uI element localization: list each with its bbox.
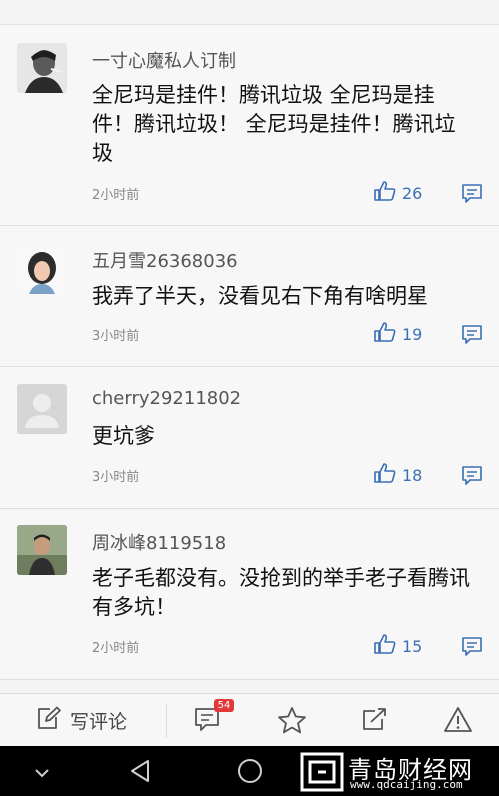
avatar-default-image (17, 384, 67, 434)
comment-item: cherry29211802 更坑爹 3小时前 18 (0, 367, 499, 509)
write-comment-button[interactable]: 写评论 (36, 706, 127, 734)
avatar-man-smoking-image (17, 43, 67, 93)
comment-username[interactable]: cherry29211802 (92, 388, 241, 409)
comment-content: 全尼玛是挂件！腾讯垃圾 全尼玛是挂件！腾讯垃圾！ 全尼玛是挂件！腾讯垃圾 (92, 83, 456, 165)
share-icon (361, 708, 389, 736)
watermark-logo-icon (300, 752, 344, 796)
avatar-man-outdoor-image (17, 525, 67, 575)
like-button[interactable]: 15 (374, 634, 422, 658)
report-button[interactable] (443, 706, 473, 738)
like-button[interactable]: 19 (374, 322, 422, 346)
reply-button[interactable] (461, 636, 483, 660)
edit-icon (36, 706, 62, 734)
comment-username[interactable]: 一寸心魔私人订制 (92, 47, 236, 73)
like-button[interactable]: 18 (374, 463, 422, 487)
bar-divider (166, 704, 167, 738)
reply-button[interactable] (461, 465, 483, 489)
comment-item: 五月雪26368036 我弄了半天，没看见右下角有啥明星 3小时前 19 (0, 226, 499, 367)
thumbs-up-icon (374, 181, 396, 205)
avatar-woman-portrait-image (17, 244, 67, 294)
comment-username[interactable]: 五月雪26368036 (92, 247, 238, 273)
warning-icon (443, 707, 473, 738)
comment-time: 3小时前 (92, 470, 140, 485)
reply-button[interactable] (461, 183, 483, 207)
comment-content: 老子毛都没有。没抢到的举手老子看腾讯有多坑！ (92, 566, 470, 619)
nav-home-button[interactable] (237, 758, 263, 788)
comments-count-badge: 54 (214, 699, 234, 712)
share-button[interactable] (361, 706, 389, 736)
reply-icon (461, 184, 483, 207)
comment-time: 3小时前 (92, 329, 140, 344)
top-edge (0, 0, 499, 25)
reply-button[interactable] (461, 324, 483, 348)
comment-time: 2小时前 (92, 188, 140, 203)
favorite-button[interactable] (277, 706, 307, 738)
avatar[interactable] (17, 525, 67, 575)
thumbs-up-icon (374, 322, 396, 346)
avatar[interactable] (17, 244, 67, 294)
reply-icon (461, 325, 483, 348)
like-count: 26 (402, 183, 423, 203)
reply-icon (461, 466, 483, 489)
write-comment-label: 写评论 (70, 710, 128, 733)
avatar[interactable] (17, 384, 67, 434)
comment-item: 周冰峰8119518 老子毛都没有。没抢到的举手老子看腾讯有多坑！ 2小时前 1… (0, 509, 499, 680)
chevron-down-icon (34, 764, 50, 783)
back-icon (128, 760, 152, 788)
like-count: 18 (402, 465, 423, 485)
star-icon (277, 707, 307, 738)
comment-username[interactable]: 周冰峰8119518 (92, 529, 226, 555)
comment-action-bar: 写评论 54 (0, 693, 499, 747)
avatar[interactable] (17, 43, 67, 93)
comment-content: 更坑爹 (92, 424, 155, 448)
nav-collapse-button[interactable] (34, 764, 50, 783)
watermark-url: www.qdcaijing.com (350, 778, 463, 791)
comment-item: 一寸心魔私人订制 全尼玛是挂件！腾讯垃圾 全尼玛是挂件！腾讯垃圾！ 全尼玛是挂件… (0, 25, 499, 226)
like-count: 19 (402, 324, 423, 344)
home-icon (237, 759, 263, 788)
comment-content: 我弄了半天，没看见右下角有啥明星 (92, 284, 428, 308)
watermark: 青岛财经网 www.qdcaijing.com (300, 750, 499, 794)
thumbs-up-icon (374, 463, 396, 487)
reply-icon (461, 637, 483, 660)
like-count: 15 (402, 636, 423, 656)
thumbs-up-icon (374, 634, 396, 658)
comment-time: 2小时前 (92, 641, 140, 656)
comments-icon (194, 708, 222, 736)
nav-back-button[interactable] (128, 758, 152, 788)
like-button[interactable]: 26 (374, 181, 422, 205)
